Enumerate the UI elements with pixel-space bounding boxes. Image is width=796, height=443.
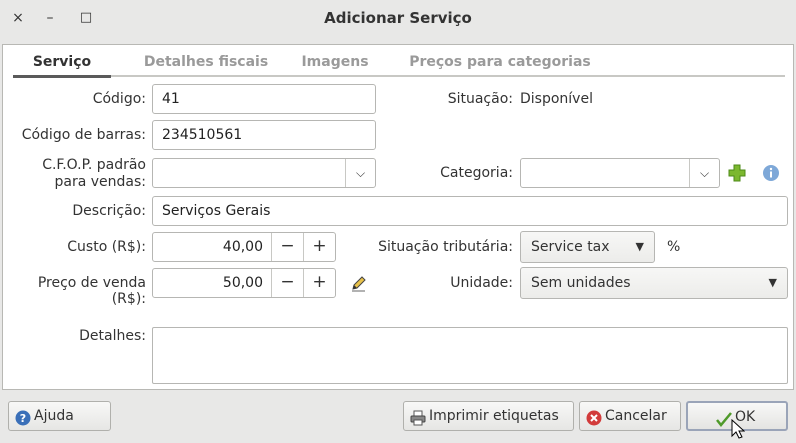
- print-labels-button[interactable]: Imprimir etiquetas: [403, 401, 574, 431]
- situacao-tributaria-value: Service tax: [531, 239, 610, 255]
- chevron-down-icon[interactable]: ⌵: [689, 159, 719, 187]
- cancel-button[interactable]: Cancelar: [579, 401, 681, 431]
- cfop-label: C.F.O.P. padrão para vendas:: [3, 157, 146, 191]
- dropdown-arrow-icon: ▼: [635, 240, 644, 253]
- unidade-label: Unidade:: [450, 275, 513, 291]
- cfop-combo[interactable]: ⌵: [152, 158, 376, 188]
- mouse-pointer-icon: [731, 418, 746, 439]
- dropdown-arrow-icon: ▼: [768, 276, 777, 289]
- situacao-label: Situação:: [447, 91, 513, 107]
- detalhes-textarea[interactable]: [152, 327, 788, 384]
- window-title: Adicionar Serviço: [324, 9, 472, 27]
- situacao-tributaria-dropdown[interactable]: Service tax ▼: [520, 231, 655, 263]
- custo-label: Custo (R$):: [67, 239, 146, 255]
- codigo-barras-field[interactable]: 234510561: [152, 120, 376, 150]
- detalhes-label: Detalhes:: [79, 328, 146, 344]
- custo-value[interactable]: 40,00: [153, 233, 271, 261]
- increase-icon[interactable]: +: [303, 233, 335, 261]
- unidade-value: Sem unidades: [531, 275, 631, 291]
- cfop-label-line2: para vendas:: [54, 174, 147, 190]
- add-category-icon[interactable]: [727, 163, 747, 183]
- codigo-barras-label: Código de barras:: [21, 127, 146, 143]
- tab-bar: Serviço Detalhes fiscais Imagens Preços …: [13, 45, 785, 78]
- descricao-label: Descrição:: [72, 203, 146, 219]
- service-notebook: Serviço Detalhes fiscais Imagens Preços …: [2, 44, 794, 390]
- percent-label: %: [667, 239, 681, 255]
- increase-icon[interactable]: +: [303, 269, 335, 297]
- custo-spinbutton[interactable]: 40,00 − +: [152, 232, 336, 262]
- preco-venda-value[interactable]: 50,00: [153, 269, 271, 297]
- cancel-icon: [586, 408, 602, 426]
- print-labels-label: Imprimir etiquetas: [429, 408, 559, 424]
- categoria-label: Categoria:: [440, 165, 513, 181]
- checkmark-icon: [716, 409, 732, 427]
- help-button-label: Ajuda: [34, 408, 74, 424]
- title-bar: × – □ Adicionar Serviço: [0, 0, 796, 38]
- descricao-field[interactable]: Serviços Gerais: [152, 196, 788, 226]
- decrease-icon[interactable]: −: [271, 269, 303, 297]
- cfop-label-line1: C.F.O.P. padrão: [42, 157, 146, 173]
- tab-servico[interactable]: Serviço: [13, 45, 111, 78]
- tab-precos-categorias[interactable]: Preços para categorias: [407, 45, 593, 77]
- tab-imagens[interactable]: Imagens: [295, 45, 375, 77]
- unidade-dropdown[interactable]: Sem unidades ▼: [520, 267, 788, 299]
- edit-pencil-icon[interactable]: [349, 274, 369, 294]
- codigo-label: Código:: [92, 91, 146, 107]
- info-icon[interactable]: [761, 163, 781, 183]
- svg-text:?: ?: [20, 412, 26, 425]
- help-button[interactable]: ? Ajuda: [8, 401, 111, 431]
- categoria-combo[interactable]: ⌵: [520, 158, 720, 188]
- cancel-button-label: Cancelar: [605, 408, 667, 424]
- decrease-icon[interactable]: −: [271, 233, 303, 261]
- help-icon: ?: [15, 408, 31, 426]
- printer-icon: [410, 408, 426, 426]
- situacao-value: Disponível: [520, 91, 593, 107]
- preco-venda-spinbutton[interactable]: 50,00 − +: [152, 268, 336, 298]
- preco-venda-label: Preço de venda (R$):: [37, 275, 146, 307]
- tab-detalhes-fiscais[interactable]: Detalhes fiscais: [131, 45, 281, 77]
- situacao-tributaria-label: Situação tributária:: [378, 239, 513, 255]
- codigo-field[interactable]: 41: [152, 84, 376, 114]
- chevron-down-icon[interactable]: ⌵: [345, 159, 375, 187]
